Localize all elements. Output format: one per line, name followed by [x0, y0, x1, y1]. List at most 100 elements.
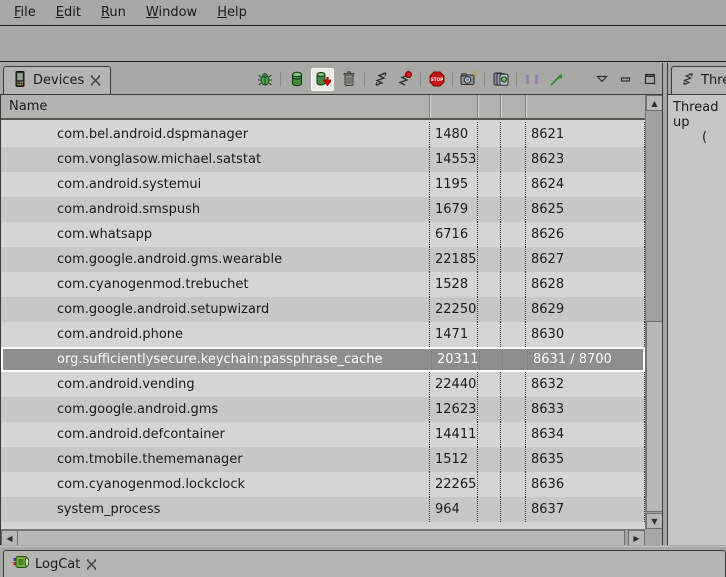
menu-bar: File Edit Run Window Help — [0, 0, 726, 26]
row-empty-cell — [500, 147, 525, 172]
row-pid: 22265 — [429, 472, 477, 497]
close-icon[interactable] — [86, 559, 97, 570]
table-row[interactable]: com.android.systemui 1195 8624 — [1, 172, 645, 197]
toolbar-separator — [280, 72, 281, 87]
threads-tabstrip: Threads — [668, 63, 726, 95]
horizontal-scrollbar-thumb[interactable] — [17, 530, 625, 545]
table-row[interactable]: system_process 964 8637 — [1, 497, 645, 522]
view-hierarchy-icon[interactable] — [492, 71, 509, 88]
column-header-port[interactable] — [525, 95, 645, 118]
method-profiling-icon[interactable] — [396, 71, 413, 88]
row-empty-cell — [500, 397, 525, 422]
row-package-name: com.android.phone — [1, 322, 429, 347]
close-icon[interactable] — [90, 75, 101, 86]
row-empty-cell — [502, 349, 527, 370]
table-row[interactable]: com.google.android.gms 12623 8633 — [1, 397, 645, 422]
row-port: 8637 — [525, 497, 645, 522]
minimize-icon[interactable] — [617, 71, 634, 88]
table-row[interactable]: com.google.android.setupwizard 22250 862… — [1, 297, 645, 322]
table-row[interactable]: com.google.android.gms.wearable 22185 86… — [1, 247, 645, 272]
row-package-name: com.android.vending — [1, 372, 429, 397]
row-package-name: com.bel.android.dspmanager — [1, 122, 429, 147]
table-row[interactable]: com.tmobile.thememanager 1512 8635 — [1, 447, 645, 472]
threads-view: Threads Thread up ( — [667, 63, 726, 545]
view-menu-icon[interactable] — [593, 71, 610, 88]
logcat-icon — [13, 555, 29, 573]
table-row[interactable]: com.android.smspush 1679 8625 — [1, 197, 645, 222]
row-port: 8635 — [525, 447, 645, 472]
systrace-icon[interactable] — [524, 71, 541, 88]
row-empty-cell — [477, 397, 500, 422]
row-pid: 1512 — [429, 447, 477, 472]
table-row[interactable]: com.vonglasow.michael.satstat 14553 8623 — [1, 147, 645, 172]
horizontal-scrollbar[interactable]: ◀ ▶ — [1, 529, 645, 545]
row-empty-cell — [500, 372, 525, 397]
row-empty-cell — [477, 497, 500, 522]
row-port: 8628 — [525, 272, 645, 297]
vertical-scrollbar-thumb[interactable] — [646, 321, 662, 512]
row-pid: 964 — [429, 497, 477, 522]
table-row[interactable]: org.sufficientlysecure.keychain:passphra… — [1, 347, 645, 372]
screen-capture-icon[interactable] — [460, 71, 477, 88]
threads-icon — [681, 72, 695, 90]
table-row[interactable]: com.whatsapp 6716 8626 — [1, 222, 645, 247]
row-package-name: com.android.systemui — [1, 172, 429, 197]
scroll-right-button[interactable]: ▶ — [628, 530, 645, 545]
row-port: 8627 — [525, 247, 645, 272]
row-package-name: com.google.android.gms.wearable — [1, 247, 429, 272]
row-package-name: com.whatsapp — [1, 222, 429, 247]
stop-process-icon[interactable]: STOP — [428, 71, 445, 88]
opengl-trace-icon[interactable] — [548, 71, 565, 88]
row-package-name: com.cyanogenmod.lockclock — [1, 472, 429, 497]
table-row[interactable]: com.bel.android.dspmanager 1480 8621 — [1, 122, 645, 147]
scroll-down-button[interactable]: ▼ — [646, 513, 662, 529]
row-pid: 1528 — [429, 272, 477, 297]
menu-run[interactable]: Run — [91, 3, 136, 22]
toolbar-separator — [420, 72, 421, 87]
row-pid: 22185 — [429, 247, 477, 272]
cause-gc-icon[interactable] — [340, 71, 357, 88]
table-row[interactable]: com.android.defcontainer 14411 8634 — [1, 422, 645, 447]
row-empty-cell — [477, 172, 500, 197]
device-table: Name com.bel.android.dspmanager 1480 862… — [0, 95, 662, 545]
row-port: 8621 — [525, 122, 645, 147]
table-row[interactable]: com.cyanogenmod.lockclock 22265 8636 — [1, 472, 645, 497]
scroll-up-button[interactable]: ▲ — [646, 95, 662, 111]
column-header-3[interactable] — [500, 95, 525, 118]
scroll-left-button[interactable]: ◀ — [1, 530, 18, 545]
row-empty-cell — [477, 272, 500, 297]
table-row[interactable]: com.cyanogenmod.trebuchet 1528 8628 — [1, 272, 645, 297]
tab-devices[interactable]: Devices — [3, 66, 111, 94]
menu-help[interactable]: Help — [207, 3, 257, 22]
row-empty-cell — [500, 247, 525, 272]
dump-hprof-icon[interactable] — [314, 71, 331, 88]
toolbar-separator — [364, 72, 365, 87]
update-heap-icon[interactable] — [288, 71, 305, 88]
tab-logcat[interactable]: LogCat — [3, 550, 726, 577]
menu-window[interactable]: Window — [136, 3, 207, 22]
ddms-window: File Edit Run Window Help Devices — [0, 0, 726, 577]
debug-process-icon[interactable] — [256, 71, 273, 88]
row-package-name: system_process — [1, 497, 429, 522]
row-port: 8625 — [525, 197, 645, 222]
row-empty-cell — [477, 297, 500, 322]
row-port: 8636 — [525, 472, 645, 497]
table-row[interactable]: com.android.vending 22440 8632 — [1, 372, 645, 397]
maximize-icon[interactable] — [641, 71, 658, 88]
row-port: 8624 — [525, 172, 645, 197]
row-pid: 1679 — [429, 197, 477, 222]
row-empty-cell — [477, 147, 500, 172]
row-empty-cell — [477, 222, 500, 247]
vertical-scrollbar[interactable]: ▲ ▼ — [645, 95, 662, 529]
table-row[interactable]: com.android.phone 1471 8630 — [1, 322, 645, 347]
row-pid: 1471 — [429, 322, 477, 347]
column-header-name[interactable]: Name — [1, 95, 429, 118]
tab-threads[interactable]: Threads — [671, 66, 726, 94]
row-port: 8634 — [525, 422, 645, 447]
menu-file[interactable]: File — [4, 3, 46, 22]
menu-edit[interactable]: Edit — [46, 3, 91, 22]
column-header-2[interactable] — [477, 95, 500, 118]
main-area: Devices — [0, 63, 726, 545]
column-header-pid[interactable] — [429, 95, 477, 118]
update-threads-icon[interactable] — [372, 71, 389, 88]
